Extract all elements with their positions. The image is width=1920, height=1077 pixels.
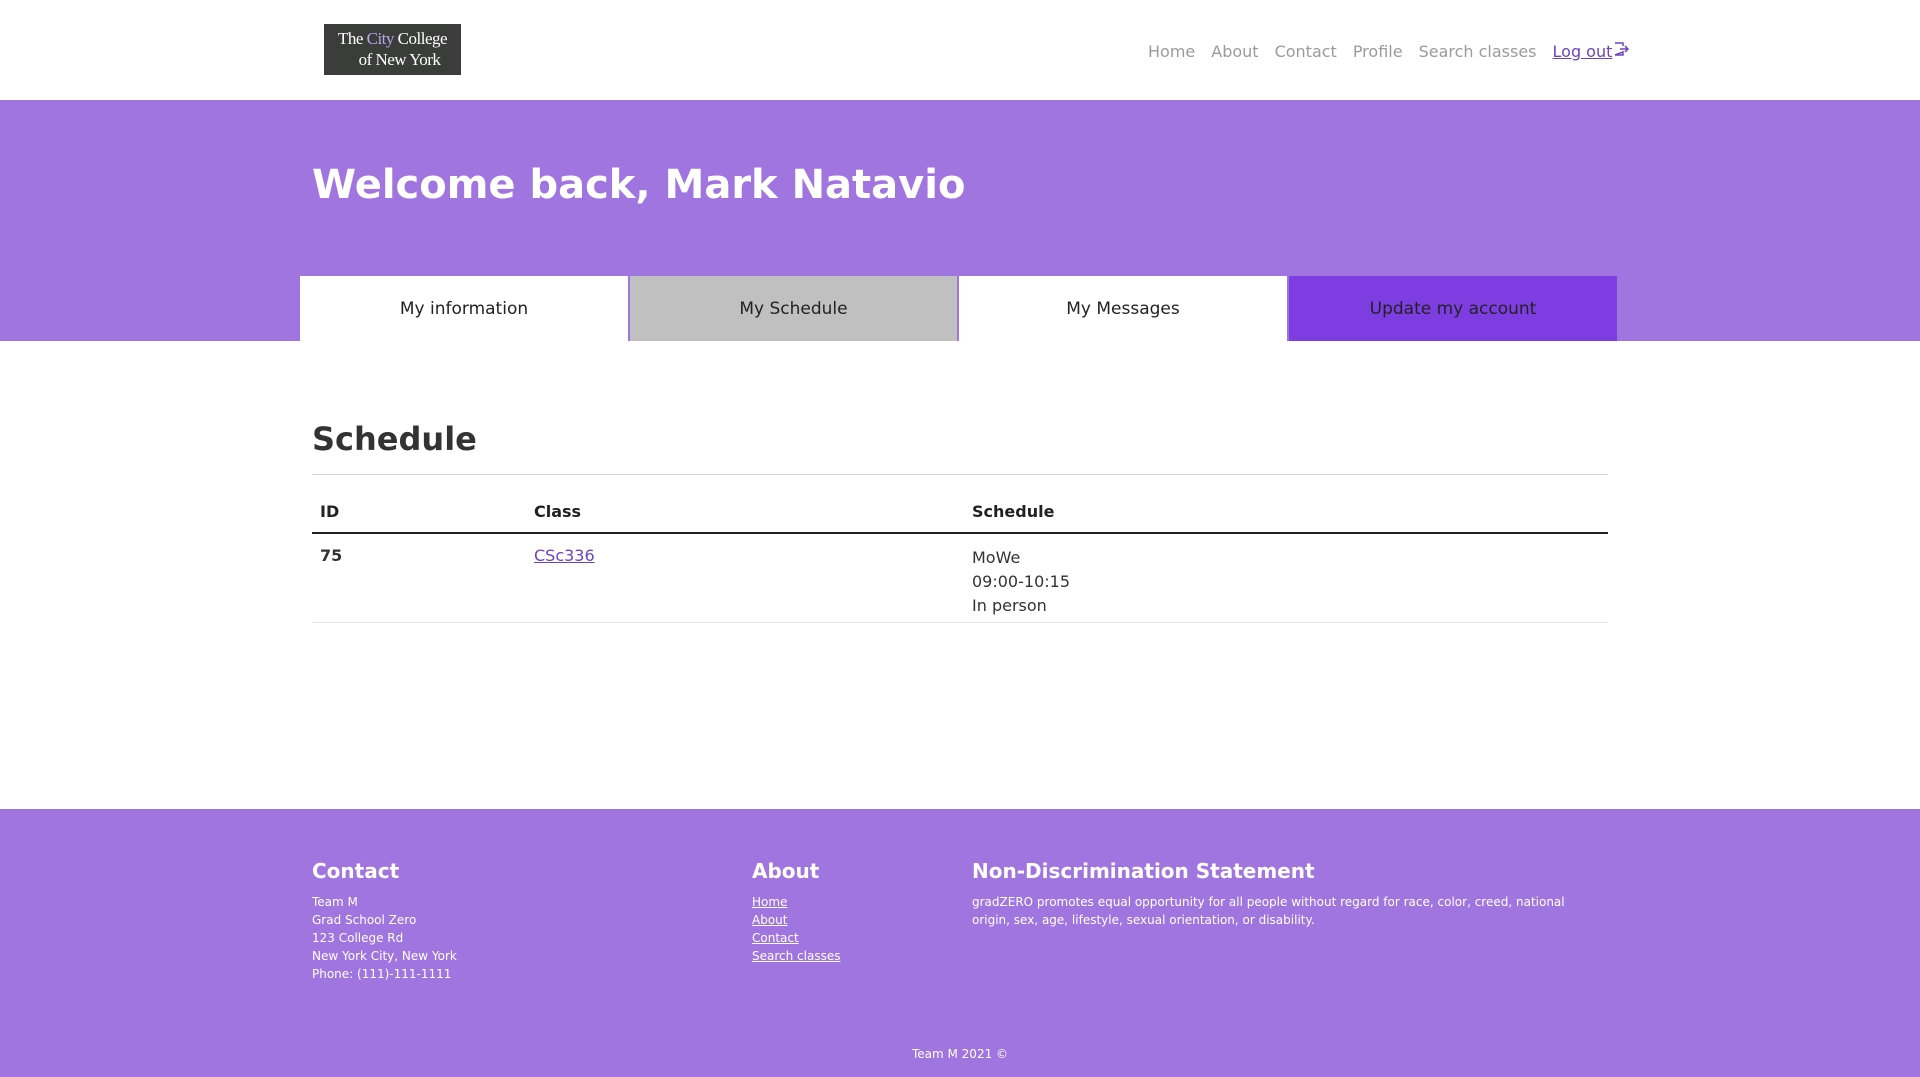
- contact-line: New York City, New York: [312, 949, 457, 963]
- footer-link-contact[interactable]: Contact: [752, 929, 840, 947]
- ccny-logo[interactable]: The City College of New York: [324, 24, 461, 75]
- schedule-mode: In person: [972, 596, 1047, 615]
- column-header-id: ID: [320, 501, 340, 521]
- title-divider: [312, 474, 1608, 475]
- footer-contact: Contact Team M Grad School Zero 123 Coll…: [312, 859, 457, 983]
- profile-tabs: My information My Schedule My Messages U…: [300, 276, 1617, 341]
- nav-search-classes[interactable]: Search classes: [1419, 42, 1537, 61]
- logo-line2: of New York: [358, 50, 441, 69]
- contact-line: Grad School Zero: [312, 913, 417, 927]
- nav-contact[interactable]: Contact: [1275, 42, 1337, 61]
- schedule-title: Schedule: [312, 420, 477, 458]
- contact-line: 123 College Rd: [312, 931, 404, 945]
- tab-my-messages[interactable]: My Messages: [959, 276, 1287, 341]
- footer: Contact Team M Grad School Zero 123 Coll…: [0, 809, 1920, 1077]
- footer-link-search-classes[interactable]: Search classes: [752, 947, 840, 965]
- footer-about-title: About: [752, 859, 820, 883]
- nav-profile[interactable]: Profile: [1353, 42, 1403, 61]
- top-navbar: The City College of New York Home About …: [0, 0, 1920, 100]
- footer-link-about[interactable]: About: [752, 911, 840, 929]
- column-header-class: Class: [534, 501, 582, 521]
- table-header: ID Class Schedule: [312, 490, 1608, 534]
- tab-my-schedule[interactable]: My Schedule: [628, 276, 959, 341]
- footer-contact-title: Contact: [312, 859, 400, 883]
- tab-update-account[interactable]: Update my account: [1287, 276, 1617, 341]
- schedule-time: 09:00-10:15: [972, 572, 1070, 591]
- main-nav: Home About Contact Profile Search classe…: [1148, 40, 1630, 62]
- logout-link[interactable]: Log out: [1553, 42, 1613, 61]
- schedule-days: MoWe: [972, 548, 1021, 567]
- row-id: 75: [320, 546, 343, 565]
- nav-home[interactable]: Home: [1148, 42, 1195, 61]
- row-schedule-cell: MoWe 09:00-10:15 In person: [972, 546, 1608, 622]
- footer-link-home[interactable]: Home: [752, 893, 840, 911]
- tab-my-information[interactable]: My information: [300, 276, 628, 341]
- nondiscrimination-text: gradZERO promotes equal opportunity for …: [972, 895, 1565, 927]
- nav-about[interactable]: About: [1211, 42, 1258, 61]
- row-class-cell: CSc336: [534, 546, 972, 622]
- footer-nd-title: Non-Discrimination Statement: [972, 859, 1315, 883]
- logout-icon[interactable]: [1614, 42, 1630, 56]
- footer-nondiscrimination: Non-Discrimination Statement gradZERO pr…: [972, 859, 1602, 929]
- footer-about: About Home About Contact Search classes: [752, 859, 840, 965]
- class-link[interactable]: CSc336: [534, 546, 595, 565]
- copyright: Team M 2021 ©: [911, 1047, 1009, 1061]
- contact-line: Phone: (111)-111-1111: [312, 967, 452, 981]
- table-row: 75 CSc336 MoWe 09:00-10:15 In person: [312, 534, 1608, 623]
- contact-line: Team M: [312, 895, 358, 909]
- schedule-table: ID Class Schedule 75 CSc336 MoWe 09:00-1…: [312, 490, 1608, 623]
- welcome-heading: Welcome back, Mark Natavio: [312, 162, 966, 208]
- logo-line1: The City College: [337, 29, 448, 48]
- column-header-schedule: Schedule: [972, 501, 1055, 521]
